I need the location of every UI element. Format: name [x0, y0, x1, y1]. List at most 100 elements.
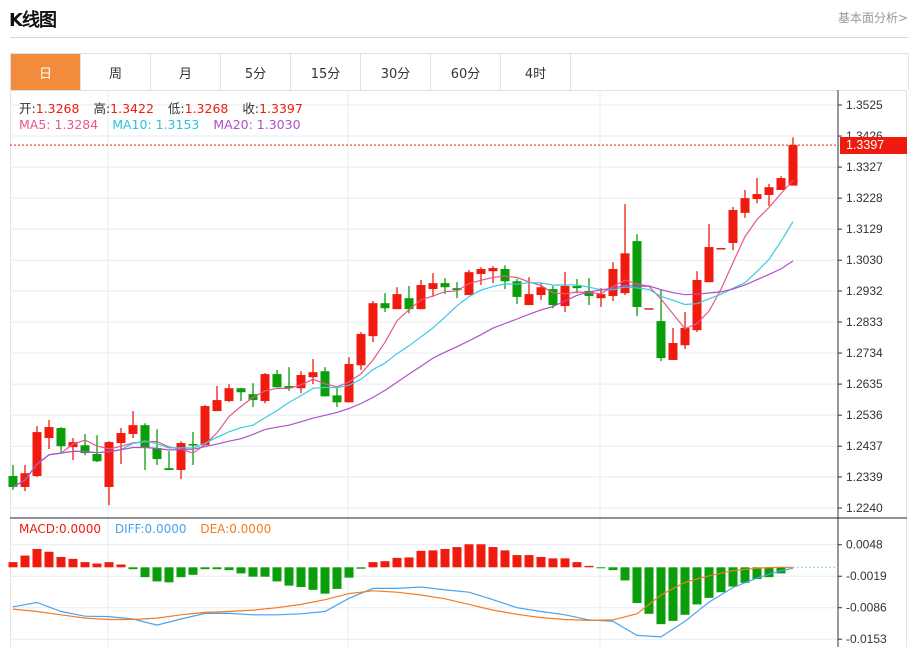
- macd-panel: [8, 544, 838, 638]
- candle-body: [632, 241, 642, 307]
- candle-body: [152, 448, 162, 460]
- candle-up: [260, 373, 270, 404]
- candle-body: [680, 327, 690, 346]
- macd-bar-positive: [380, 561, 390, 568]
- macd-bar-negative: [296, 567, 306, 588]
- candle-body: [704, 247, 714, 283]
- candle-up: [680, 311, 690, 349]
- candle-up: [224, 384, 234, 402]
- price-tick-label: 1.3129: [846, 222, 883, 236]
- candle-down: [380, 293, 390, 312]
- candle-body: [260, 374, 270, 402]
- candle-up: [296, 371, 306, 394]
- moving-averages: [12, 180, 794, 488]
- dea-value: DEA:0.0000: [200, 522, 272, 536]
- candle-down: [56, 427, 66, 453]
- candle-body: [476, 269, 486, 275]
- price-tick-label: 1.2240: [846, 501, 883, 515]
- macd-bar-negative: [248, 567, 258, 577]
- macd-bar-positive: [56, 556, 66, 568]
- candle-up: [668, 327, 678, 360]
- candle-down: [92, 435, 102, 463]
- macd-bar-positive: [512, 555, 522, 568]
- macd-bar-positive: [8, 562, 18, 568]
- candle-up: [764, 184, 774, 206]
- macd-tick-label: -0.0153: [846, 632, 887, 646]
- candle-body: [596, 294, 606, 299]
- candle-body: [368, 303, 378, 337]
- macd-bar-negative: [308, 567, 318, 590]
- candle-body: [608, 269, 618, 296]
- candle-body: [356, 333, 366, 366]
- price-tick-label: 1.2536: [846, 408, 883, 422]
- candle-body: [692, 279, 702, 331]
- ma5-line: [12, 180, 794, 488]
- macd-bar-positive: [572, 562, 582, 568]
- candle-up: [428, 273, 438, 297]
- macd-bar-negative: [152, 567, 162, 582]
- candle-body: [500, 269, 510, 282]
- candle-body: [140, 425, 150, 449]
- candle-up: [716, 248, 726, 250]
- macd-tick-label: 0.0048: [846, 538, 883, 552]
- price-tick-label: 1.3030: [846, 253, 883, 267]
- high-label: 高:: [93, 101, 111, 116]
- macd-bar-negative: [608, 567, 618, 571]
- candle-body: [728, 210, 738, 243]
- candle-down: [236, 388, 246, 402]
- candle-down: [500, 265, 510, 290]
- low-value: 1.3268: [184, 101, 229, 116]
- candle-body: [572, 285, 582, 289]
- candle-body: [212, 400, 222, 412]
- macd-bar-negative: [200, 567, 210, 570]
- price-tick-label: 1.2833: [846, 315, 883, 329]
- candle-up: [32, 426, 42, 477]
- macd-bar-negative: [620, 567, 630, 581]
- macd-bar-negative: [212, 567, 222, 570]
- candle-up: [368, 301, 378, 343]
- candle-body: [392, 294, 402, 310]
- macd-bar-positive: [488, 547, 498, 568]
- close-label: 收:: [242, 101, 260, 116]
- candle-body: [380, 303, 390, 309]
- macd-bar-negative: [320, 567, 330, 594]
- candle-down: [632, 234, 642, 317]
- candle-body: [740, 198, 750, 213]
- candle-body: [56, 428, 66, 447]
- price-tick-label: 1.2635: [846, 377, 883, 391]
- macd-bar-positive: [500, 550, 510, 568]
- macd-bar-negative: [680, 567, 690, 615]
- macd-tick-label: -0.0086: [846, 601, 887, 615]
- macd-bar-negative: [224, 567, 234, 571]
- candle-up: [788, 137, 798, 186]
- macd-bar-negative: [596, 567, 606, 569]
- low-label: 低:: [167, 101, 185, 116]
- candle-body: [668, 343, 678, 360]
- macd-bar-negative: [692, 567, 702, 605]
- price-tick-label: 1.2339: [846, 470, 883, 484]
- candle-up: [728, 206, 738, 251]
- candle-body: [488, 268, 498, 272]
- candle-up: [176, 441, 186, 480]
- candle-body: [716, 248, 726, 250]
- macd-bar-negative: [128, 567, 138, 570]
- price-tick-label: 1.3525: [846, 98, 883, 112]
- candle-body: [416, 285, 426, 310]
- price-tick-label: 1.2932: [846, 284, 883, 298]
- macd-bar-negative: [260, 567, 270, 577]
- macd-bar-positive: [416, 550, 426, 568]
- macd-bar-positive: [464, 544, 474, 568]
- candle-up: [20, 465, 30, 492]
- open-label: 开:: [19, 101, 36, 116]
- candle-body: [536, 287, 546, 296]
- high-value: 1.3422: [110, 101, 154, 116]
- candle-body: [164, 468, 174, 471]
- candle-body: [236, 388, 246, 393]
- ohlc-legend: 开:1.3268 高:1.3422 低:1.3268 收:1.3397: [19, 98, 313, 117]
- macd-bar-positive: [452, 547, 462, 568]
- diff-value: DIFF:0.0000: [114, 522, 187, 536]
- candle-body: [752, 194, 762, 200]
- candle-down: [140, 423, 150, 471]
- macd-bar-positive: [116, 564, 126, 568]
- candle-body: [656, 321, 666, 359]
